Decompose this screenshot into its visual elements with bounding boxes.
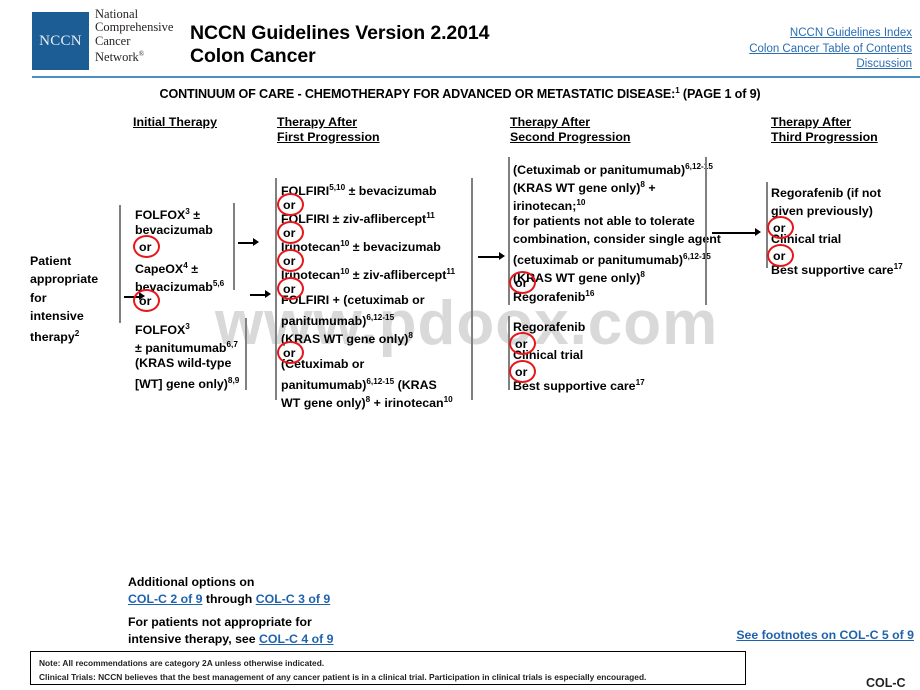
first-option-5-line-1: FOLFIRI + (cetuximab or — [281, 293, 425, 307]
first-option-1: FOLFIRI5,10 ± bevacizumab — [281, 183, 437, 199]
or-connector-first-4: or — [277, 277, 304, 300]
arrow-initial-b-to-first — [250, 290, 272, 299]
entry-line-5: therapy2 — [30, 329, 80, 345]
bracket-initial-a — [233, 203, 235, 290]
arrow-second-to-third — [712, 228, 762, 237]
or-connector-second-1: or — [509, 271, 536, 294]
third-option-1-line-1: Regorafenib (if not — [771, 186, 882, 200]
bracket-entry — [119, 205, 121, 323]
or-connector-second-3: or — [509, 360, 536, 383]
link-see-footnotes-col-c-5-of-9[interactable]: See footnotes on COL-C 5 of 9 — [736, 628, 914, 642]
or-connector-initial-2: or — [133, 289, 160, 312]
or-connector-first-3: or — [277, 249, 304, 272]
note-clinical-trials: Clinical Trials: NCCN believes that the … — [39, 672, 647, 682]
or-connector-second-2: or — [509, 332, 536, 355]
footnotes-link-block: See footnotes on COL-C 5 of 9 — [736, 628, 914, 642]
entry-line-4: intensive — [30, 308, 84, 323]
page-marker: COL-C — [866, 676, 906, 690]
initial-option-3-line-4: [WT] gene only)8,9 — [135, 376, 240, 392]
or-connector-third-2: or — [767, 244, 794, 267]
guideline-page: www.pdoox.com NCCN National Comprehensiv… — [0, 0, 920, 690]
entry-line-3: for — [30, 290, 47, 305]
second-block1-line-4: for patients not able to tolerate — [513, 214, 695, 228]
second-block1-line-5: combination, consider single agent — [513, 232, 721, 246]
first-option-3: Irinotecan10 ± bevacizumab — [281, 239, 441, 255]
link-col-c-3-of-9[interactable]: COL-C 3 of 9 — [256, 592, 330, 606]
non-intensive-label-line-2: intensive therapy, see COL-C 4 of 9 — [128, 631, 334, 646]
additional-options-block: Additional options on COL-C 2 of 9 throu… — [128, 574, 333, 647]
through-label: through — [202, 591, 256, 606]
arrow-initial-a-to-first — [238, 238, 260, 247]
arrow-first-to-second — [478, 252, 506, 261]
note-category-2a: Note: All recommendations are category 2… — [39, 658, 325, 668]
or-connector-first-1: or — [277, 193, 304, 216]
link-col-c-2-of-9[interactable]: COL-C 2 of 9 — [128, 592, 202, 606]
first-option-2: FOLFIRI ± ziv-aflibercept11 — [281, 211, 435, 227]
note-box: Note: All recommendations are category 2… — [30, 651, 746, 685]
bracket-second-b — [508, 316, 510, 390]
first-option-4: Irinotecan10 ± ziv-aflibercept11 — [281, 267, 455, 283]
link-col-c-4-of-9[interactable]: COL-C 4 of 9 — [259, 632, 333, 646]
bracket-initial-b — [245, 318, 247, 390]
or-connector-third-1: or — [767, 216, 794, 239]
non-intensive-label-line-1: For patients not appropriate for — [128, 615, 312, 630]
first-option-6-line-3: WT gene only)8 + irinotecan10 — [281, 395, 453, 411]
or-connector-first-5: or — [277, 341, 304, 364]
entry-line-1: Patient — [30, 254, 72, 268]
entry-node-patient-appropriate: Patient appropriate for intensive therap… — [30, 252, 98, 347]
initial-option-3-line-3: (KRAS wild-type — [135, 356, 232, 370]
entry-line-2: appropriate — [30, 272, 99, 287]
additional-options-label: Additional options on — [128, 575, 255, 589]
or-connector-first-2: or — [277, 221, 304, 244]
or-connector-initial-1: or — [133, 235, 160, 258]
bracket-first-right — [471, 178, 473, 400]
bracket-second-right — [705, 157, 707, 305]
additional-options-links: COL-C 2 of 9 through COL-C 3 of 9 — [128, 591, 333, 608]
